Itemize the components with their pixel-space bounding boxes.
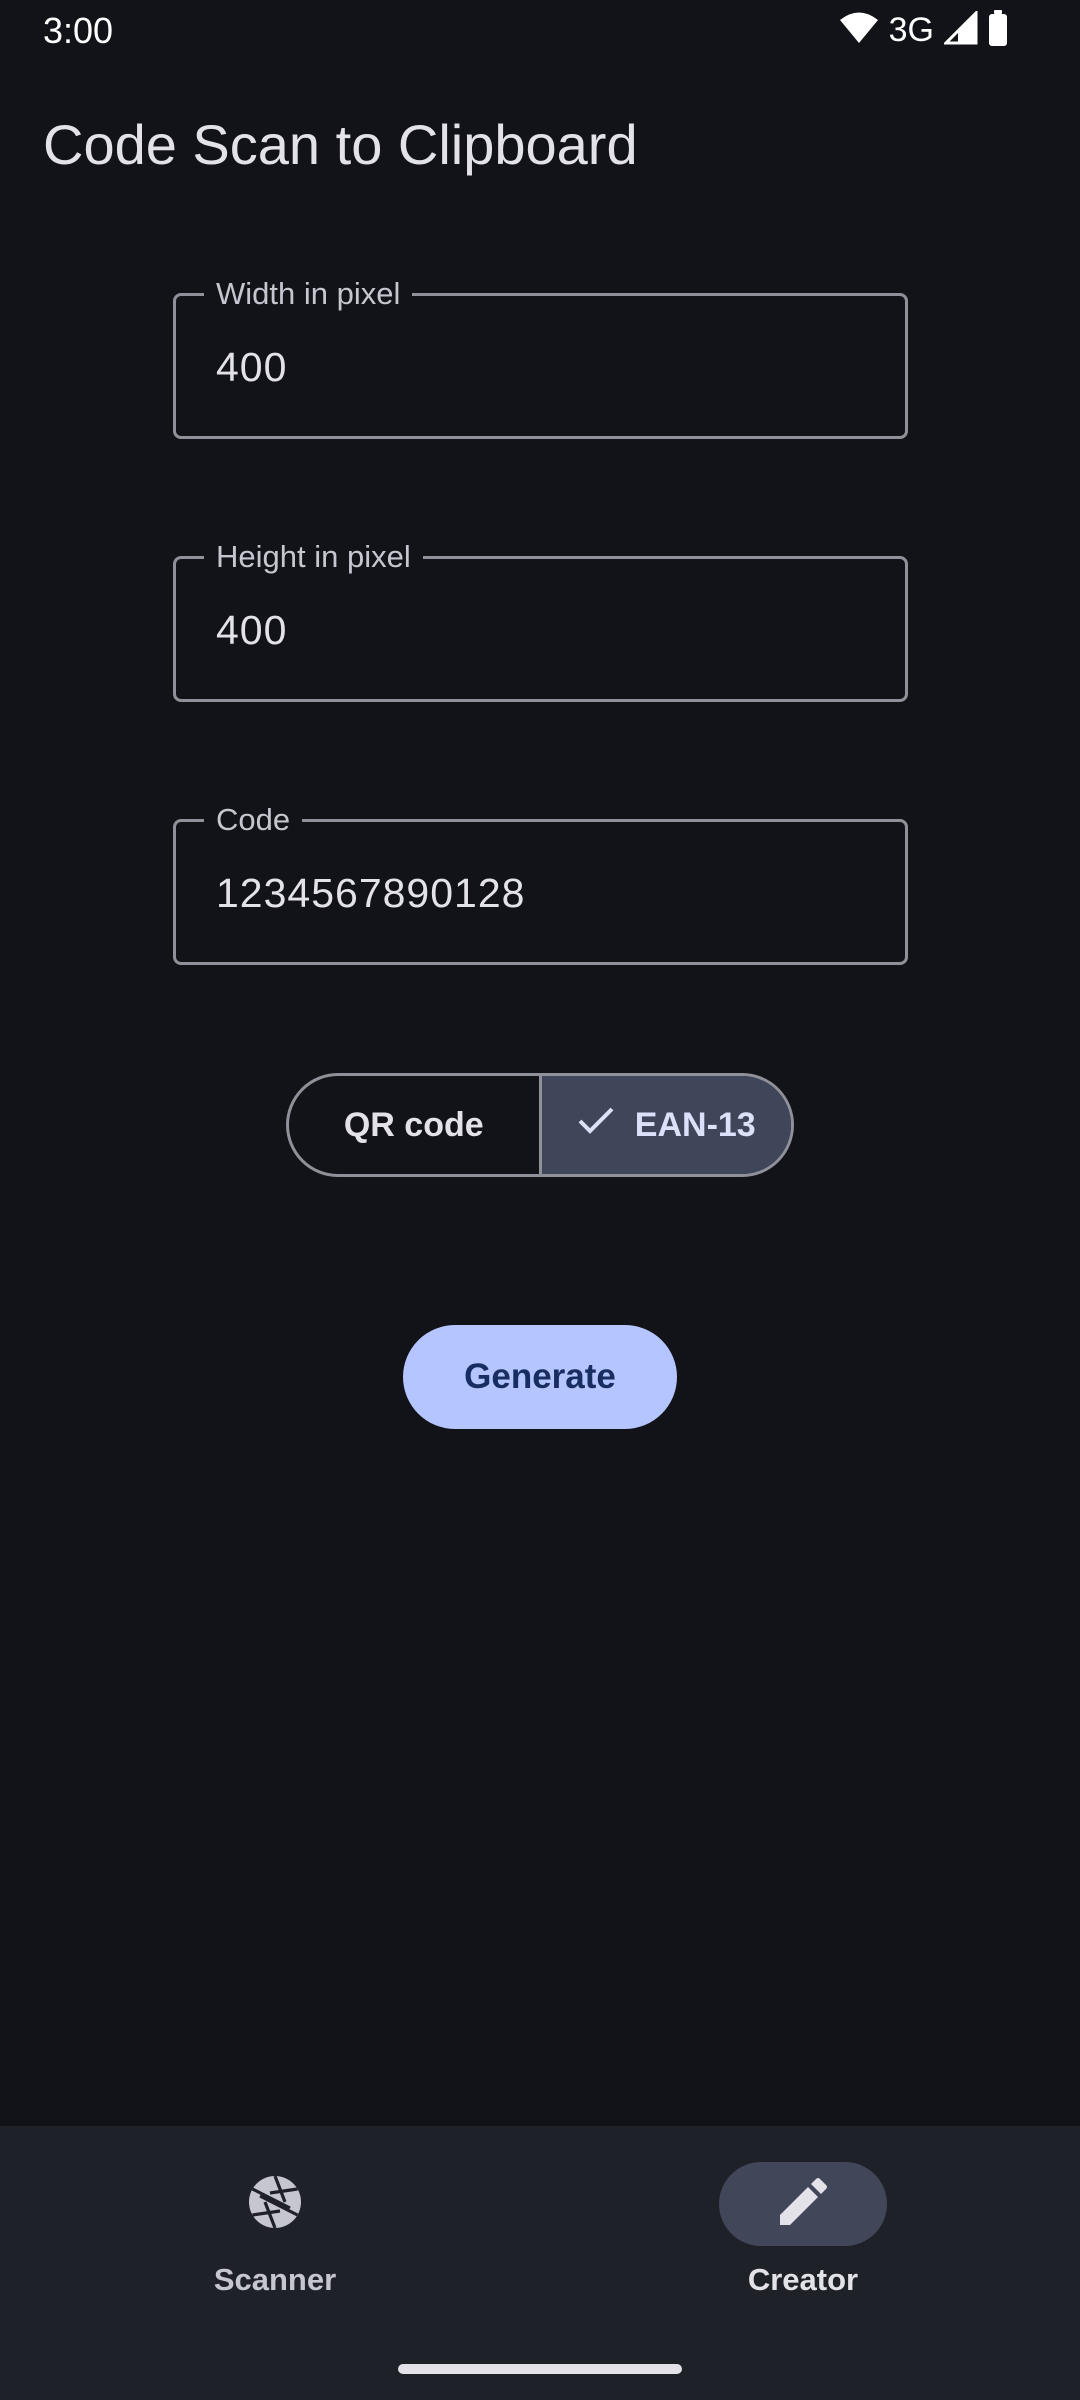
width-field[interactable]: Width in pixel 400: [173, 276, 908, 439]
wifi-icon: [839, 11, 879, 50]
ean-13-option[interactable]: EAN-13: [541, 1076, 791, 1174]
code-field-value[interactable]: 1234567890128: [216, 870, 525, 917]
status-icons: 3G: [839, 9, 1008, 51]
bottom-navigation: Scanner Creator: [0, 2126, 1080, 2400]
status-bar: 3:00 3G: [0, 0, 1080, 62]
height-field-value[interactable]: 400: [216, 607, 287, 654]
nav-label-creator: Creator: [747, 2262, 859, 2297]
check-icon: [577, 1106, 615, 1145]
height-field[interactable]: Height in pixel 400: [173, 539, 908, 702]
format-toggle: QR code EAN-13: [286, 1073, 794, 1177]
status-time: 3:00: [43, 10, 114, 51]
code-field-label: Code: [204, 802, 303, 838]
nav-item-scanner[interactable]: Scanner: [145, 2162, 405, 2298]
aperture-icon: [248, 2174, 302, 2234]
height-field-label: Height in pixel: [204, 539, 423, 575]
generate-button[interactable]: Generate: [403, 1325, 677, 1429]
width-field-value[interactable]: 400: [216, 344, 287, 391]
battery-icon: [988, 10, 1008, 51]
nav-label-scanner: Scanner: [213, 2262, 337, 2297]
nav-item-creator[interactable]: Creator: [673, 2162, 933, 2298]
page-title: Code Scan to Clipboard: [43, 113, 638, 176]
nav-pill-scanner: [191, 2162, 359, 2246]
signal-icon: [942, 9, 978, 50]
width-field-label: Width in pixel: [204, 276, 413, 312]
generate-button-label: Generate: [464, 1357, 616, 1396]
pencil-icon: [778, 2177, 828, 2232]
network-type: 3G: [888, 11, 934, 49]
code-field[interactable]: Code 1234567890128: [173, 802, 908, 965]
ean-13-option-label: EAN-13: [634, 1105, 756, 1144]
home-indicator[interactable]: [398, 2364, 682, 2374]
qr-code-option[interactable]: QR code: [289, 1076, 542, 1174]
qr-code-option-label: QR code: [343, 1105, 484, 1144]
nav-pill-creator: [719, 2162, 887, 2246]
